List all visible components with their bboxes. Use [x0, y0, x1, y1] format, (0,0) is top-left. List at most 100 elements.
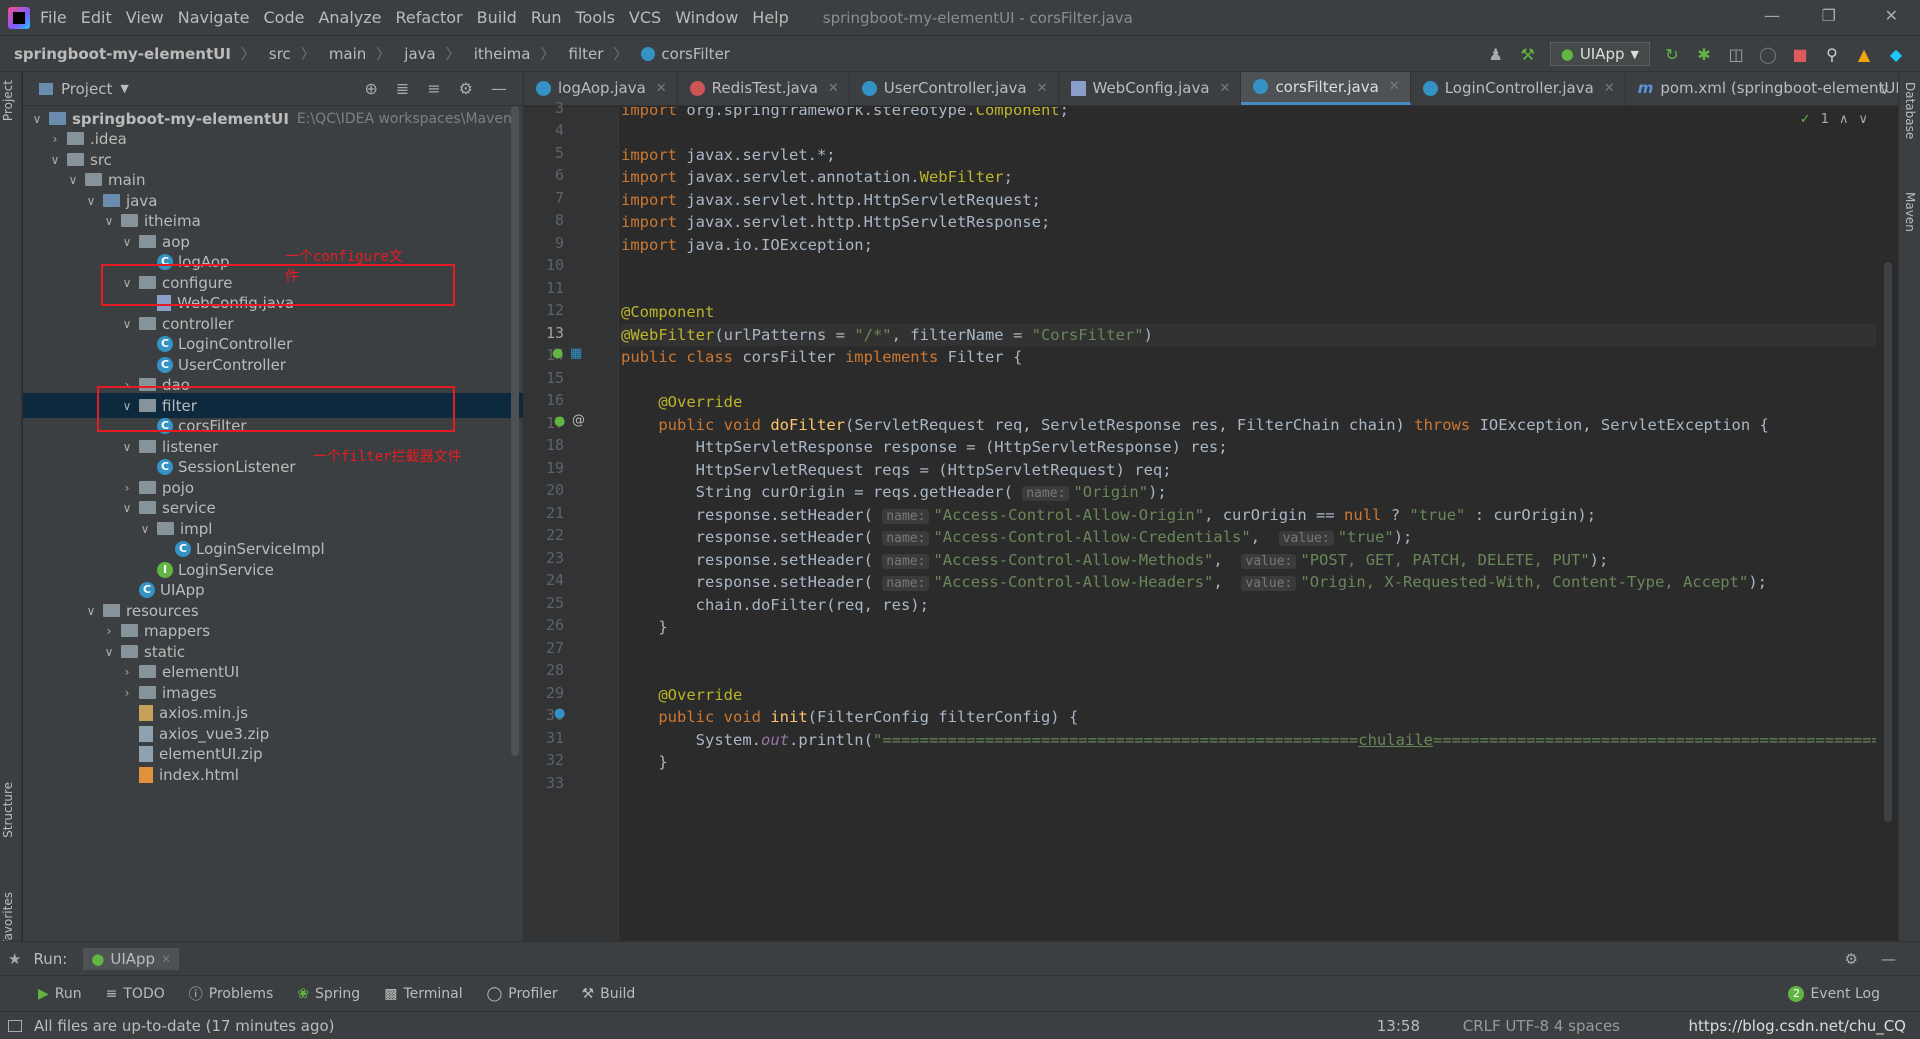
run-tab-uiapp[interactable]: ● UIApp ✕: [83, 947, 180, 970]
tab-redistest[interactable]: RedisTest.java ✕: [678, 72, 850, 105]
tool-tab-terminal[interactable]: ▩ Terminal: [384, 986, 462, 1002]
breadcrumb-src[interactable]: src: [269, 45, 291, 63]
expand-all-icon[interactable]: ≣: [396, 79, 409, 98]
rerun-icon[interactable]: ↻: [1662, 44, 1682, 64]
chevron-down-icon[interactable]: ∨: [119, 317, 135, 331]
chevron-down-icon[interactable]: ∨: [119, 440, 135, 454]
chevron-down-icon[interactable]: ∨: [83, 604, 99, 618]
chevron-down-icon[interactable]: ∨: [83, 194, 99, 208]
menu-refactor[interactable]: Refactor: [396, 8, 463, 27]
close-icon[interactable]: ✕: [1037, 81, 1048, 96]
chevron-down-icon[interactable]: ▼: [120, 82, 128, 95]
caret-position[interactable]: 13:58: [1377, 1017, 1420, 1035]
hide-icon[interactable]: —: [491, 79, 507, 98]
file-encoding[interactable]: CRLF UTF-8 4 spaces: [1463, 1017, 1620, 1035]
update-icon[interactable]: ▲: [1854, 44, 1874, 64]
tool-tab-spring[interactable]: ❀ Spring: [297, 986, 360, 1002]
menu-navigate[interactable]: Navigate: [178, 8, 250, 27]
minimize-icon[interactable]: —: [1764, 6, 1780, 25]
breadcrumb-java[interactable]: java: [404, 45, 435, 63]
chevron-right-icon[interactable]: ›: [119, 481, 135, 495]
editor-vertical-scrollbar[interactable]: [1884, 262, 1892, 822]
tool-tab-profiler[interactable]: ◯ Profiler: [487, 986, 558, 1002]
chevron-down-icon[interactable]: ∨: [101, 645, 117, 659]
close-icon[interactable]: ✕: [1389, 79, 1400, 94]
run-config-select[interactable]: ● UIApp ▼: [1549, 42, 1650, 66]
chevron-down-icon[interactable]: ∨: [1879, 80, 1890, 98]
close-icon[interactable]: ✕: [828, 81, 839, 96]
menu-file[interactable]: File: [40, 8, 67, 27]
structure-side-tab[interactable]: Structure: [1, 782, 15, 838]
menu-code[interactable]: Code: [264, 8, 305, 27]
inspection-widget[interactable]: ✓ 1 ∧ ∨: [1800, 112, 1868, 127]
close-icon[interactable]: ✕: [1220, 81, 1231, 96]
spring-bean-gutter-icon[interactable]: ●: [552, 346, 563, 361]
tab-corsfilter[interactable]: corsFilter.java ✕: [1241, 72, 1411, 105]
toggle-tool-windows-icon[interactable]: [8, 1019, 22, 1032]
search-icon[interactable]: ⚲: [1822, 44, 1842, 64]
override-gutter-icon[interactable]: ●: [554, 414, 565, 429]
close-icon[interactable]: ✕: [656, 81, 667, 96]
tab-webconfig[interactable]: WebConfig.java ✕: [1059, 72, 1242, 105]
project-side-tab[interactable]: Project: [1, 80, 15, 121]
database-side-tab[interactable]: Database: [1903, 82, 1917, 139]
user-icon[interactable]: ♟: [1486, 44, 1506, 64]
close-icon[interactable]: ✕: [161, 952, 171, 966]
locate-icon[interactable]: ⊕: [364, 79, 377, 98]
coverage-icon[interactable]: ◫: [1726, 44, 1746, 64]
menu-build[interactable]: Build: [477, 8, 517, 27]
collapse-all-icon[interactable]: ≡: [427, 79, 440, 98]
chevron-down-icon[interactable]: ∨: [137, 522, 153, 536]
gear-icon[interactable]: ⚙: [459, 79, 473, 98]
jetbrains-icon[interactable]: ◆: [1886, 44, 1906, 64]
breadcrumb-corsfilter[interactable]: corsFilter: [641, 45, 730, 63]
favorites-side-tab[interactable]: Favorites: [1, 892, 15, 946]
tool-tab-problems[interactable]: ⓘ Problems: [189, 984, 274, 1004]
code-area[interactable]: import org.springframework.stereotype.Co…: [621, 107, 1876, 937]
tab-usercontroller[interactable]: UserController.java ✕: [850, 72, 1059, 105]
menu-analyze[interactable]: Analyze: [318, 8, 381, 27]
tool-tab-todo[interactable]: ≡ TODO: [106, 986, 165, 1002]
chevron-down-icon[interactable]: ∨: [29, 112, 45, 126]
tool-tab-run[interactable]: ▶ Run: [38, 986, 82, 1002]
tab-pom-xml[interactable]: m pom.xml (springboot-elementUI: [1626, 72, 1898, 105]
breadcrumb-itheima[interactable]: itheima: [474, 45, 531, 63]
menu-vcs[interactable]: VCS: [629, 8, 661, 27]
close-icon[interactable]: ✕: [1604, 81, 1615, 96]
chevron-right-icon[interactable]: ›: [119, 686, 135, 700]
tree-row-index-html[interactable]: index.html: [23, 762, 523, 787]
chevron-down-icon[interactable]: ∨: [119, 501, 135, 515]
breadcrumb-project[interactable]: springboot-my-elementUI: [14, 45, 231, 63]
chevron-up-icon[interactable]: ∧: [1839, 112, 1849, 127]
build-hammer-icon[interactable]: ⚒: [1518, 44, 1538, 64]
chevron-down-icon[interactable]: ∨: [47, 153, 63, 167]
gear-icon[interactable]: ⚙: [1845, 950, 1858, 968]
web-filter-gutter-icon[interactable]: ▦: [570, 346, 582, 361]
breadcrumb-main[interactable]: main: [329, 45, 366, 63]
menu-edit[interactable]: Edit: [81, 8, 112, 27]
chevron-right-icon[interactable]: ›: [119, 665, 135, 679]
breadcrumb-filter[interactable]: filter: [569, 45, 604, 63]
chevron-down-icon[interactable]: ∨: [119, 235, 135, 249]
debug-icon[interactable]: ✱: [1694, 44, 1714, 64]
project-view-select[interactable]: Project: [61, 80, 112, 98]
project-vertical-scrollbar[interactable]: [511, 106, 519, 756]
star-icon[interactable]: ★: [8, 950, 21, 968]
hide-icon[interactable]: —: [1881, 950, 1896, 968]
restore-icon[interactable]: ❐: [1822, 6, 1836, 25]
tab-logincontroller[interactable]: LoginController.java ✕: [1411, 72, 1626, 105]
menu-window[interactable]: Window: [675, 8, 738, 27]
chevron-right-icon[interactable]: ›: [47, 132, 63, 146]
menu-view[interactable]: View: [126, 8, 164, 27]
implements-gutter-icon[interactable]: ●: [554, 706, 565, 721]
menu-tools[interactable]: Tools: [576, 8, 615, 27]
chevron-down-icon[interactable]: ∨: [101, 214, 117, 228]
menu-run[interactable]: Run: [531, 8, 562, 27]
close-window-icon[interactable]: ✕: [1885, 6, 1898, 25]
chevron-right-icon[interactable]: ›: [101, 624, 117, 638]
chevron-down-icon[interactable]: ∨: [65, 173, 81, 187]
profile-icon[interactable]: ◯: [1758, 44, 1778, 64]
maven-side-tab[interactable]: Maven: [1903, 192, 1917, 232]
stop-icon[interactable]: ■: [1790, 44, 1810, 64]
menu-help[interactable]: Help: [752, 8, 788, 27]
